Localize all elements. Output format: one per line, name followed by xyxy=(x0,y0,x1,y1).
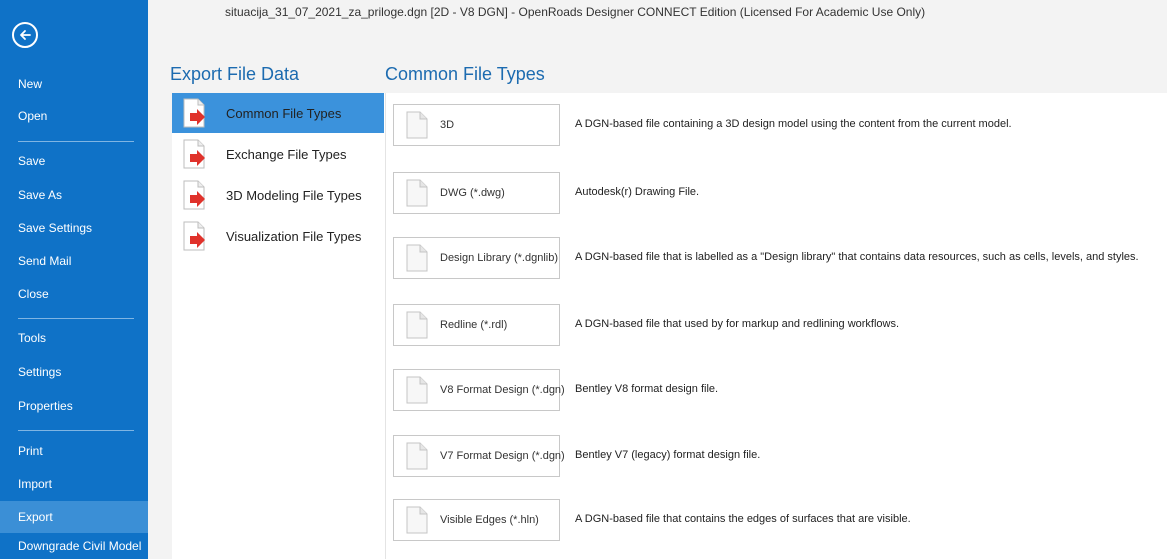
file-type-row: Redline (*.rdl) A DGN-based file that us… xyxy=(386,304,1167,348)
file-type-3d-button[interactable]: 3D xyxy=(393,104,560,146)
nav-properties[interactable]: Properties xyxy=(0,391,148,421)
file-type-name: V8 Format Design (*.dgn) xyxy=(440,384,565,396)
nav-new[interactable]: New xyxy=(0,69,148,99)
file-type-dwg-button[interactable]: DWG (*.dwg) xyxy=(393,172,560,214)
category-label: Common File Types xyxy=(226,105,342,121)
arrow-left-circle-icon xyxy=(20,30,31,40)
file-type-description: Bentley V8 format design file. xyxy=(575,383,719,395)
file-type-redline-button[interactable]: Redline (*.rdl) xyxy=(393,304,560,346)
export-backstage-window: New Open Save Save As Save Settings Send… xyxy=(0,0,1167,559)
category-visualization-file-types[interactable]: Visualization File Types xyxy=(172,216,384,256)
file-type-row: Visible Edges (*.hln) A DGN-based file t… xyxy=(386,499,1167,543)
file-types-heading: Common File Types xyxy=(385,64,545,84)
file-type-row: V8 Format Design (*.dgn) Bentley V8 form… xyxy=(386,369,1167,413)
nav-save-settings[interactable]: Save Settings xyxy=(0,213,148,243)
category-label: Exchange File Types xyxy=(226,146,347,162)
category-label: 3D Modeling File Types xyxy=(226,187,362,203)
nav-print[interactable]: Print xyxy=(0,436,148,466)
nav-close[interactable]: Close xyxy=(0,279,148,309)
document-icon xyxy=(406,311,428,339)
file-type-description: A DGN-based file that is labelled as a "… xyxy=(575,251,1139,263)
file-type-description: Autodesk(r) Drawing File. xyxy=(575,186,700,198)
file-type-design-library-button[interactable]: Design Library (*.dgnlib) xyxy=(393,237,560,279)
file-type-name: 3D xyxy=(440,119,455,131)
nav-tools[interactable]: Tools xyxy=(0,323,148,353)
file-type-name: DWG (*.dwg) xyxy=(440,187,505,199)
export-file-icon xyxy=(180,220,210,252)
backstage-nav: New Open Save Save As Save Settings Send… xyxy=(0,0,148,559)
back-button[interactable] xyxy=(12,22,38,48)
file-type-v7-format-button[interactable]: V7 Format Design (*.dgn) xyxy=(393,435,565,477)
export-content: Export File Data Common File Types Commo… xyxy=(148,40,1167,559)
file-type-row: 3D A DGN-based file containing a 3D desi… xyxy=(386,104,1167,148)
export-file-icon xyxy=(180,138,210,170)
nav-send-mail[interactable]: Send Mail xyxy=(0,246,148,276)
export-file-icon xyxy=(180,97,210,129)
category-label: Visualization File Types xyxy=(226,228,362,244)
document-icon xyxy=(406,179,428,207)
file-type-description: Bentley V7 (legacy) format design file. xyxy=(575,449,761,461)
file-type-name: Redline (*.rdl) xyxy=(440,319,508,331)
window-title: situacija_31_07_2021_za_priloge.dgn [2D … xyxy=(148,0,1167,40)
file-type-row: V7 Format Design (*.dgn) Bentley V7 (leg… xyxy=(386,435,1167,479)
category-3d-modeling-file-types[interactable]: 3D Modeling File Types xyxy=(172,175,384,215)
file-type-name: V7 Format Design (*.dgn) xyxy=(440,450,565,462)
nav-separator xyxy=(18,141,134,142)
nav-separator xyxy=(18,318,134,319)
document-icon xyxy=(406,442,428,470)
file-type-name: Design Library (*.dgnlib) xyxy=(440,252,558,264)
file-type-v8-format-button[interactable]: V8 Format Design (*.dgn) xyxy=(393,369,565,411)
document-icon xyxy=(406,244,428,272)
nav-import[interactable]: Import xyxy=(0,469,148,499)
nav-separator xyxy=(18,430,134,431)
file-type-description: A DGN-based file that used by for markup… xyxy=(575,318,900,330)
nav-settings[interactable]: Settings xyxy=(0,357,148,387)
file-type-row: DWG (*.dwg) Autodesk(r) Drawing File. xyxy=(386,172,1167,216)
file-type-description: A DGN-based file containing a 3D design … xyxy=(575,118,1012,130)
category-common-file-types[interactable]: Common File Types xyxy=(172,93,384,133)
file-type-visible-edges-button[interactable]: Visible Edges (*.hln) xyxy=(393,499,560,541)
document-icon xyxy=(406,111,428,139)
document-icon xyxy=(406,376,428,404)
file-types-list: 3D A DGN-based file containing a 3D desi… xyxy=(385,93,1167,559)
export-file-icon xyxy=(180,179,210,211)
document-icon xyxy=(406,506,428,534)
nav-export[interactable]: Export xyxy=(0,501,148,533)
nav-save-as[interactable]: Save As xyxy=(0,180,148,210)
category-exchange-file-types[interactable]: Exchange File Types xyxy=(172,134,384,174)
nav-open[interactable]: Open xyxy=(0,101,148,131)
file-type-description: A DGN-based file that contains the edges… xyxy=(575,513,911,525)
nav-save[interactable]: Save xyxy=(0,146,148,176)
nav-downgrade-civil-model[interactable]: Downgrade Civil Model xyxy=(0,533,148,559)
file-type-name: Visible Edges (*.hln) xyxy=(440,514,539,526)
file-type-row: Design Library (*.dgnlib) A DGN-based fi… xyxy=(386,237,1167,281)
category-list: Common File Types Exchange File Types 3D… xyxy=(172,93,386,559)
export-heading: Export File Data xyxy=(170,64,300,84)
